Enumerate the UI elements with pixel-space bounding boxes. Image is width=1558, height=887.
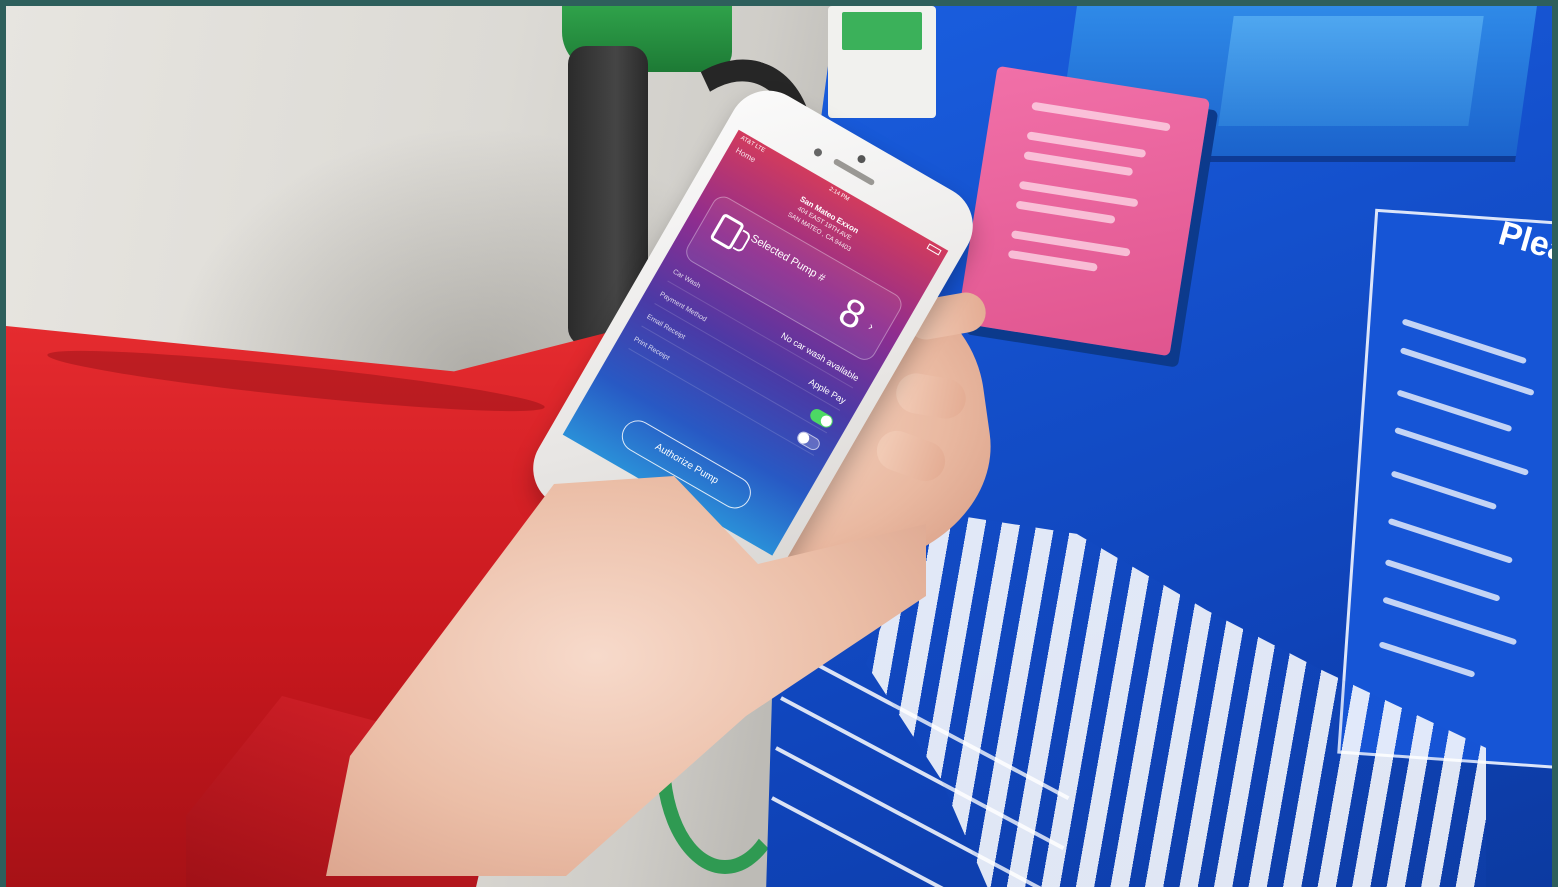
front-camera xyxy=(856,153,867,165)
battery-icon xyxy=(926,243,942,256)
print-receipt-toggle[interactable] xyxy=(794,429,823,453)
pink-instruction-card xyxy=(956,65,1211,357)
photo-scene: Please Pay First AT&T LTE 2:14 PM Home xyxy=(6,6,1552,887)
pay-first-sign: Please Pay First xyxy=(1337,208,1552,770)
pump-sticker xyxy=(828,6,936,118)
status-time: 2:14 PM xyxy=(827,186,851,203)
sticker-green-bar xyxy=(842,12,922,50)
pump-display xyxy=(1218,16,1484,126)
earpiece-speaker xyxy=(832,157,876,187)
proximity-sensor xyxy=(812,146,824,158)
fuel-pump-icon xyxy=(709,212,746,251)
chevron-right-icon: › xyxy=(865,319,877,334)
selected-pump-label: Selected Pump # xyxy=(748,232,828,285)
email-receipt-toggle[interactable] xyxy=(807,406,836,430)
pay-first-title: Please Pay First xyxy=(1494,214,1552,322)
